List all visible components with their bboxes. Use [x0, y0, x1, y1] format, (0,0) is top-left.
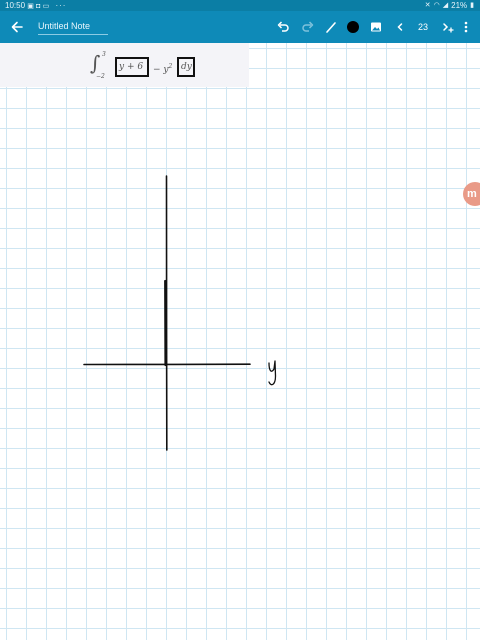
status-bar: 10:50 ▣ ◘ ▭ ··· ✕ ◠ ◢ 21% ▮	[0, 0, 480, 11]
mute-icon: ✕	[424, 2, 431, 9]
y-axis-label-stroke	[268, 360, 277, 386]
undo-button[interactable]	[272, 16, 294, 38]
handwritten-drawing	[83, 175, 277, 451]
sms-icon: ▭	[42, 3, 50, 10]
redo-icon	[302, 21, 314, 32]
undo-icon	[277, 21, 289, 32]
more-vert-icon	[464, 21, 468, 33]
note-canvas[interactable]: ∫ 3 −2 y + 6 − y2 dy m	[0, 43, 480, 640]
app-bar: Untitled Note 23	[0, 11, 480, 43]
more-options-button[interactable]	[455, 16, 477, 38]
battery-icon: ▮	[470, 2, 474, 9]
pen-tool-button[interactable]	[320, 16, 342, 38]
previous-page-icon	[397, 23, 403, 31]
status-more-icon: ···	[55, 1, 67, 10]
image-icon: ▣	[27, 3, 34, 10]
previous-page-button[interactable]	[389, 16, 411, 38]
battery-percent: 21%	[451, 1, 468, 10]
insert-image-button[interactable]	[365, 16, 387, 38]
pen-color-button[interactable]	[342, 16, 364, 38]
back-button[interactable]	[6, 16, 28, 38]
image-insert-icon	[371, 22, 381, 32]
message-icon: ◘	[36, 3, 41, 10]
color-swatch-icon	[347, 21, 359, 33]
status-right: ✕ ◠ ◢ 21% ▮	[425, 0, 474, 11]
pen-icon	[326, 22, 336, 33]
page-number[interactable]: 23	[413, 16, 433, 38]
status-time: 10:50	[5, 1, 26, 10]
signal-icon: ◢	[442, 2, 449, 9]
next-page-icon	[443, 23, 454, 33]
wifi-icon: ◠	[433, 2, 440, 9]
redo-button[interactable]	[297, 16, 319, 38]
note-title-field[interactable]: Untitled Note	[38, 19, 108, 35]
back-arrow-icon	[11, 21, 23, 33]
